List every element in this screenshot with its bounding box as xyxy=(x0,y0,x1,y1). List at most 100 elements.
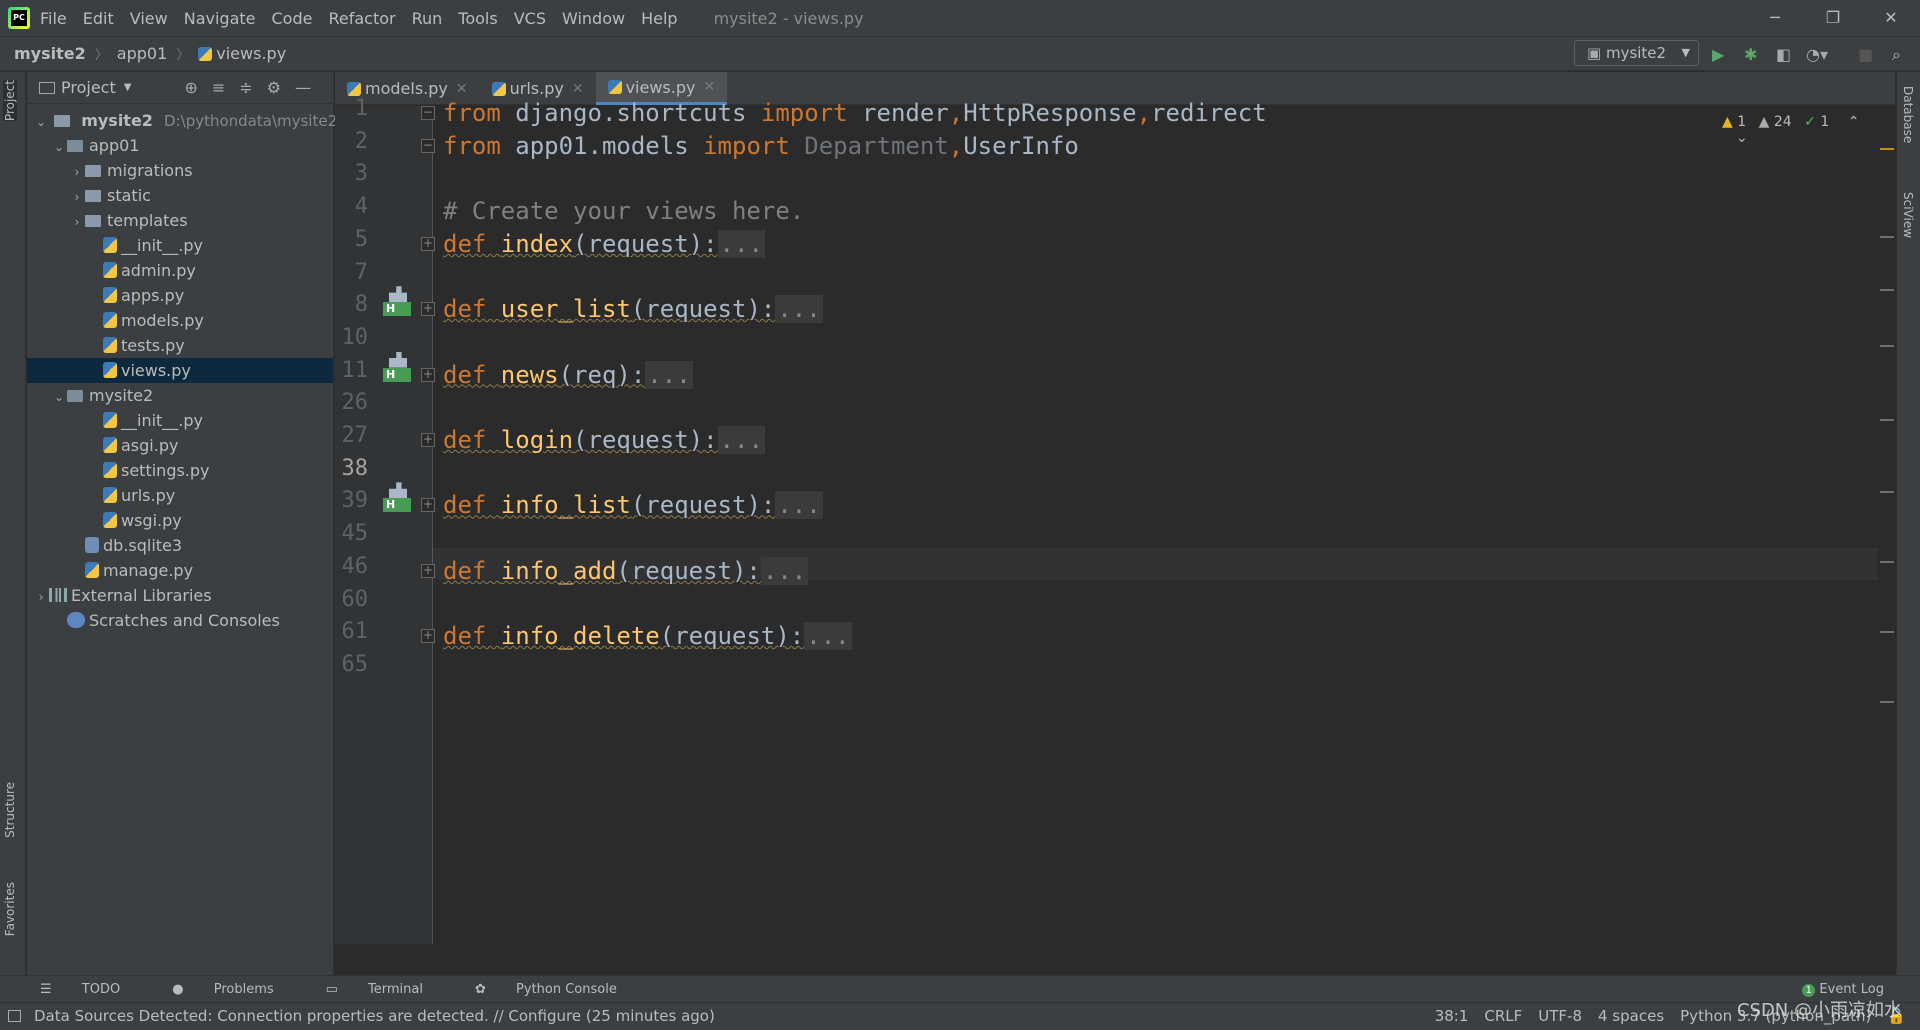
tree-item[interactable]: apps.py xyxy=(27,283,333,308)
tool-python-console[interactable]: ✿ Python Console xyxy=(475,982,643,997)
chevron-down-icon[interactable]: ⌄ xyxy=(51,385,67,410)
fold-toggle-icon[interactable]: − xyxy=(421,138,435,153)
fold-toggle-icon[interactable]: + xyxy=(421,498,435,513)
fold-toggle-icon[interactable]: + xyxy=(421,433,435,447)
error-stripe[interactable] xyxy=(1880,419,1894,421)
menu-navigate[interactable]: Navigate xyxy=(184,9,256,28)
chevron-right-icon[interactable]: › xyxy=(69,160,85,185)
menu-edit[interactable]: Edit xyxy=(83,9,114,28)
fold-toggle-icon[interactable]: + xyxy=(421,629,435,644)
locate-icon[interactable]: ⊕ xyxy=(184,78,211,97)
expand-all-icon[interactable]: ≡ xyxy=(212,78,239,97)
menu-run[interactable]: Run xyxy=(412,9,443,28)
debug-icon[interactable]: ✱ xyxy=(1744,45,1757,64)
favorites-tool-tab[interactable]: Favorites xyxy=(3,882,17,936)
sciview-tool-tab[interactable]: SciView xyxy=(1901,192,1915,238)
tree-item[interactable]: › templates xyxy=(27,208,333,233)
tree-item[interactable]: Scratches and Consoles xyxy=(27,608,333,633)
hide-icon[interactable]: — xyxy=(295,78,325,97)
tool-terminal[interactable]: ▭ Terminal xyxy=(326,982,449,997)
menu-code[interactable]: Code xyxy=(272,9,313,28)
fold-toggle-icon[interactable]: + xyxy=(421,236,435,251)
url-mapping-gutter-icon[interactable]: H xyxy=(383,482,411,514)
menu-window[interactable]: Window xyxy=(562,9,625,28)
code-line[interactable]: from django.shortcuts import render,Http… xyxy=(443,98,1267,128)
search-everywhere-icon[interactable]: ⌕ xyxy=(1892,45,1901,65)
tree-item[interactable]: urls.py xyxy=(27,483,333,508)
chevron-right-icon[interactable]: › xyxy=(33,585,49,610)
vertical-scrollbar[interactable] xyxy=(1884,106,1892,944)
error-stripe[interactable] xyxy=(1880,701,1894,703)
url-mapping-gutter-icon[interactable]: H xyxy=(383,352,411,384)
chevron-right-icon[interactable]: › xyxy=(69,185,85,210)
error-stripe[interactable] xyxy=(1880,631,1894,633)
tree-item[interactable]: tests.py xyxy=(27,333,333,358)
tree-item[interactable]: manage.py xyxy=(27,558,333,583)
caret-position[interactable]: 38:1 xyxy=(1435,1003,1469,1030)
warning-stripe[interactable] xyxy=(1880,148,1894,150)
database-tool-tab[interactable]: Database xyxy=(1901,86,1915,143)
menu-help[interactable]: Help xyxy=(641,9,677,28)
coverage-icon[interactable]: ◧ xyxy=(1776,45,1791,64)
project-view-select[interactable]: Project xyxy=(61,78,116,97)
fold-toggle-icon[interactable]: − xyxy=(421,106,435,120)
code-line[interactable]: def user_list(request):... xyxy=(443,294,823,324)
code-line[interactable]: def login(request):... xyxy=(443,425,765,455)
error-stripe[interactable] xyxy=(1880,491,1894,493)
tree-item[interactable]: ⌄ mysite2 xyxy=(27,383,333,408)
tree-item[interactable]: __init__.py xyxy=(27,408,333,433)
code-line[interactable]: def index(request):... xyxy=(443,229,765,259)
tree-item[interactable]: admin.py xyxy=(27,258,333,283)
chevron-up-icon[interactable]: ⌃ xyxy=(1848,114,1860,130)
tree-root[interactable]: ⌄ mysite2 D:\pythondata\mysite2 xyxy=(27,108,337,133)
run-configuration-select[interactable]: ▣ mysite2 ▼ xyxy=(1574,40,1699,66)
restore-button[interactable]: ❐ xyxy=(1804,0,1862,36)
breadcrumb-project[interactable]: mysite2 xyxy=(14,44,86,63)
close-tab-icon[interactable]: ✕ xyxy=(572,81,584,97)
code-line[interactable]: def news(req):... xyxy=(443,360,693,390)
fold-toggle-icon[interactable]: + xyxy=(421,367,435,382)
menu-view[interactable]: View xyxy=(130,9,168,28)
gear-icon[interactable]: ⚙ xyxy=(267,78,295,97)
tree-item[interactable]: › External Libraries xyxy=(27,583,333,608)
error-stripe[interactable] xyxy=(1880,345,1894,347)
tree-item[interactable]: › static xyxy=(27,183,333,208)
minimize-button[interactable]: ─ xyxy=(1746,0,1804,36)
menu-file[interactable]: File xyxy=(40,9,67,28)
close-tab-icon[interactable]: ✕ xyxy=(456,81,468,97)
menu-refactor[interactable]: Refactor xyxy=(328,9,395,28)
collapse-all-icon[interactable]: ≑ xyxy=(239,78,266,97)
file-encoding[interactable]: UTF-8 xyxy=(1538,1003,1582,1030)
code-line[interactable]: def info_list(request):... xyxy=(443,490,823,520)
tree-item[interactable]: asgi.py xyxy=(27,433,333,458)
fold-toggle-icon[interactable]: + xyxy=(421,563,435,578)
code-line[interactable]: def info_add(request):... xyxy=(443,556,809,586)
indent-setting[interactable]: 4 spaces xyxy=(1598,1003,1664,1030)
tree-item[interactable]: models.py xyxy=(27,308,333,333)
event-log-button[interactable]: 1 Event Log xyxy=(1802,982,1884,997)
tree-item[interactable]: › migrations xyxy=(27,158,333,183)
error-stripe[interactable] xyxy=(1880,561,1894,563)
chevron-down-icon[interactable]: ⌄ xyxy=(51,135,67,160)
chevron-down-icon[interactable]: ⌄ xyxy=(1736,130,1748,146)
error-stripe[interactable] xyxy=(1880,236,1894,238)
menu-tools[interactable]: Tools xyxy=(458,9,497,28)
fold-toggle-icon[interactable]: + xyxy=(421,302,435,317)
tree-item[interactable]: db.sqlite3 xyxy=(27,533,333,558)
profile-icon[interactable]: ◔▾ xyxy=(1806,45,1828,64)
inspection-widget[interactable]: ▲ 1 ▲ 24 ✓ 1 ⌃ ⌄ xyxy=(1722,114,1878,146)
breadcrumb-folder[interactable]: app01 xyxy=(117,44,167,63)
code-line[interactable]: def info_delete(request):... xyxy=(443,621,852,651)
breadcrumb-file[interactable]: views.py xyxy=(216,44,286,63)
code-line[interactable]: # Create your views here. xyxy=(443,196,804,226)
line-separator[interactable]: CRLF xyxy=(1484,1003,1522,1030)
stop-icon[interactable]: ■ xyxy=(1858,45,1873,64)
project-tool-tab[interactable]: Project xyxy=(3,80,17,122)
tool-todo[interactable]: ☰ TODO xyxy=(40,982,146,997)
close-tab-icon[interactable]: ✕ xyxy=(703,79,715,95)
menu-vcs[interactable]: VCS xyxy=(514,9,546,28)
tool-problems[interactable]: ● Problems xyxy=(172,982,299,997)
tree-item[interactable]: wsgi.py xyxy=(27,508,333,533)
tree-item[interactable]: __init__.py xyxy=(27,233,333,258)
structure-tool-tab[interactable]: Structure xyxy=(3,782,17,838)
